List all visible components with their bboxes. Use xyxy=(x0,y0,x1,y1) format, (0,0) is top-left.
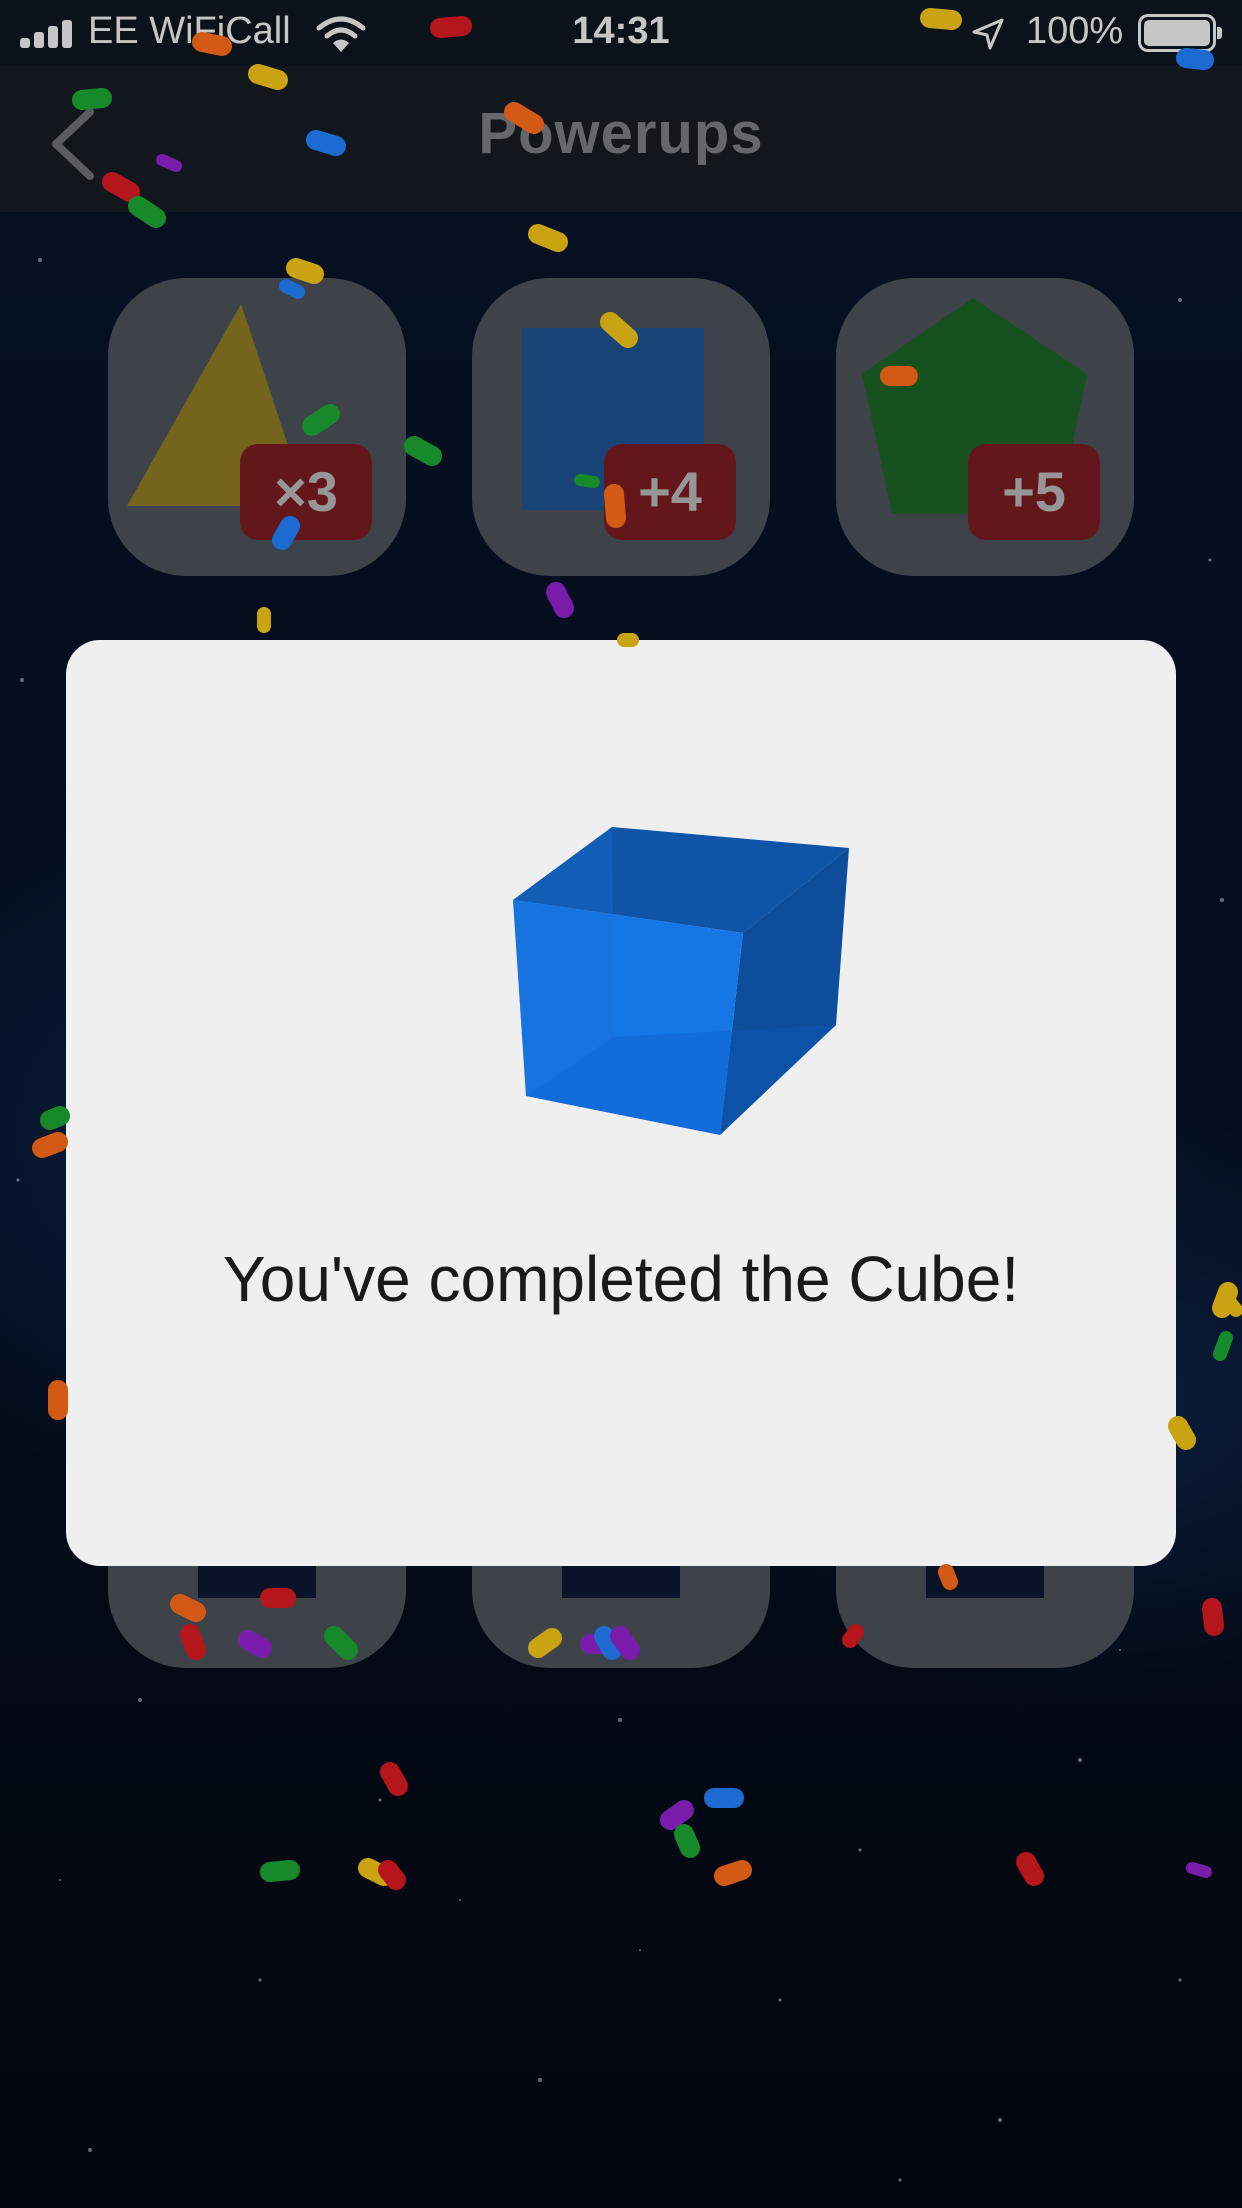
confetti-overlay xyxy=(32,8,1242,1890)
powerups-screen: ×3 +4 +5 EE WiFiCall 14:31 100% Powerups… xyxy=(0,0,1242,2208)
